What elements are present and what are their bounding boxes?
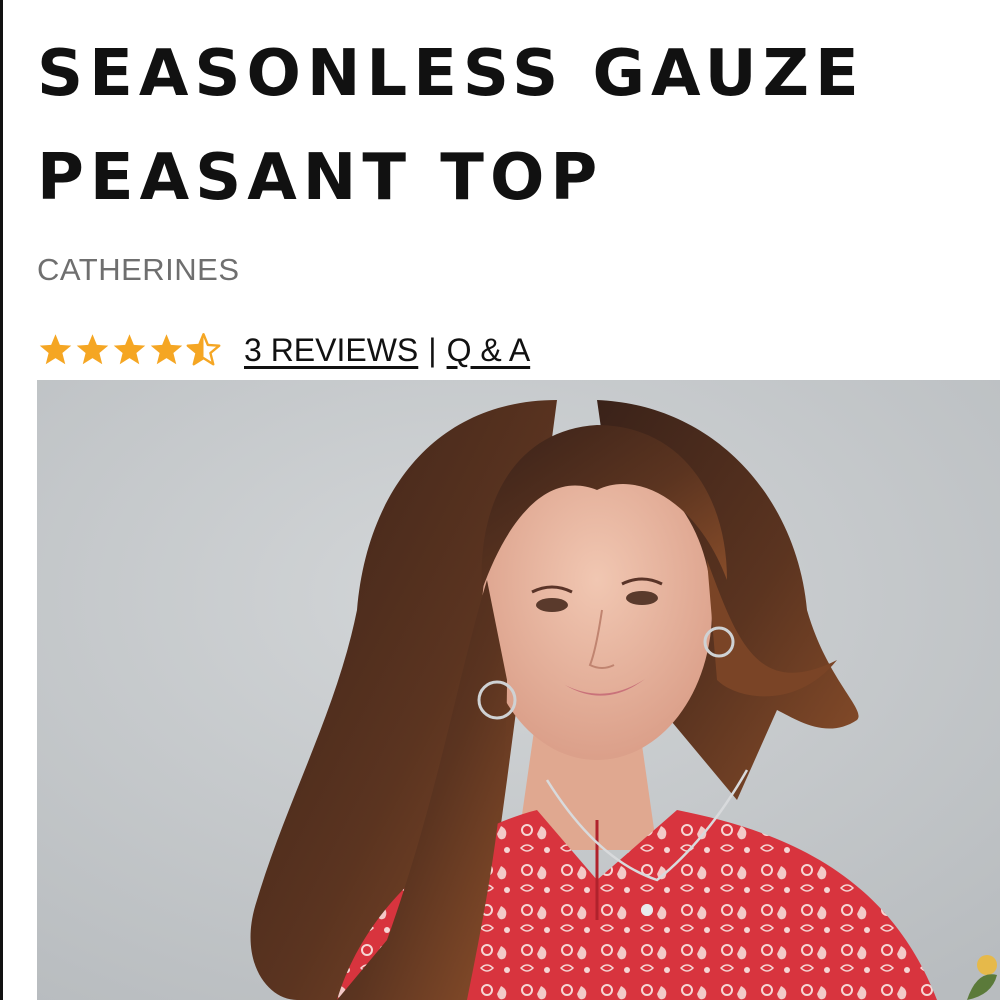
link-separator: | xyxy=(428,331,437,368)
reviews-link[interactable]: 3 REVIEWS xyxy=(244,332,418,369)
model-photo xyxy=(37,380,1000,1000)
product-title: SEASONLESS GAUZE PEASANT TOP xyxy=(37,37,865,215)
star-full-icon xyxy=(76,334,109,365)
star-full-icon xyxy=(150,334,183,365)
star-full-icon xyxy=(113,334,146,365)
qa-link[interactable]: Q & A xyxy=(447,332,531,369)
rating-row: 3 REVIEWS | Q & A xyxy=(37,328,530,372)
product-hero-image[interactable] xyxy=(37,380,1000,1000)
brand-name: CATHERINES xyxy=(37,252,240,287)
star-half-icon xyxy=(186,333,221,366)
star-full-icon xyxy=(39,334,72,365)
star-rating xyxy=(37,332,222,368)
product-page: SEASONLESS GAUZE PEASANT TOP CATHERINES xyxy=(0,0,1000,1000)
